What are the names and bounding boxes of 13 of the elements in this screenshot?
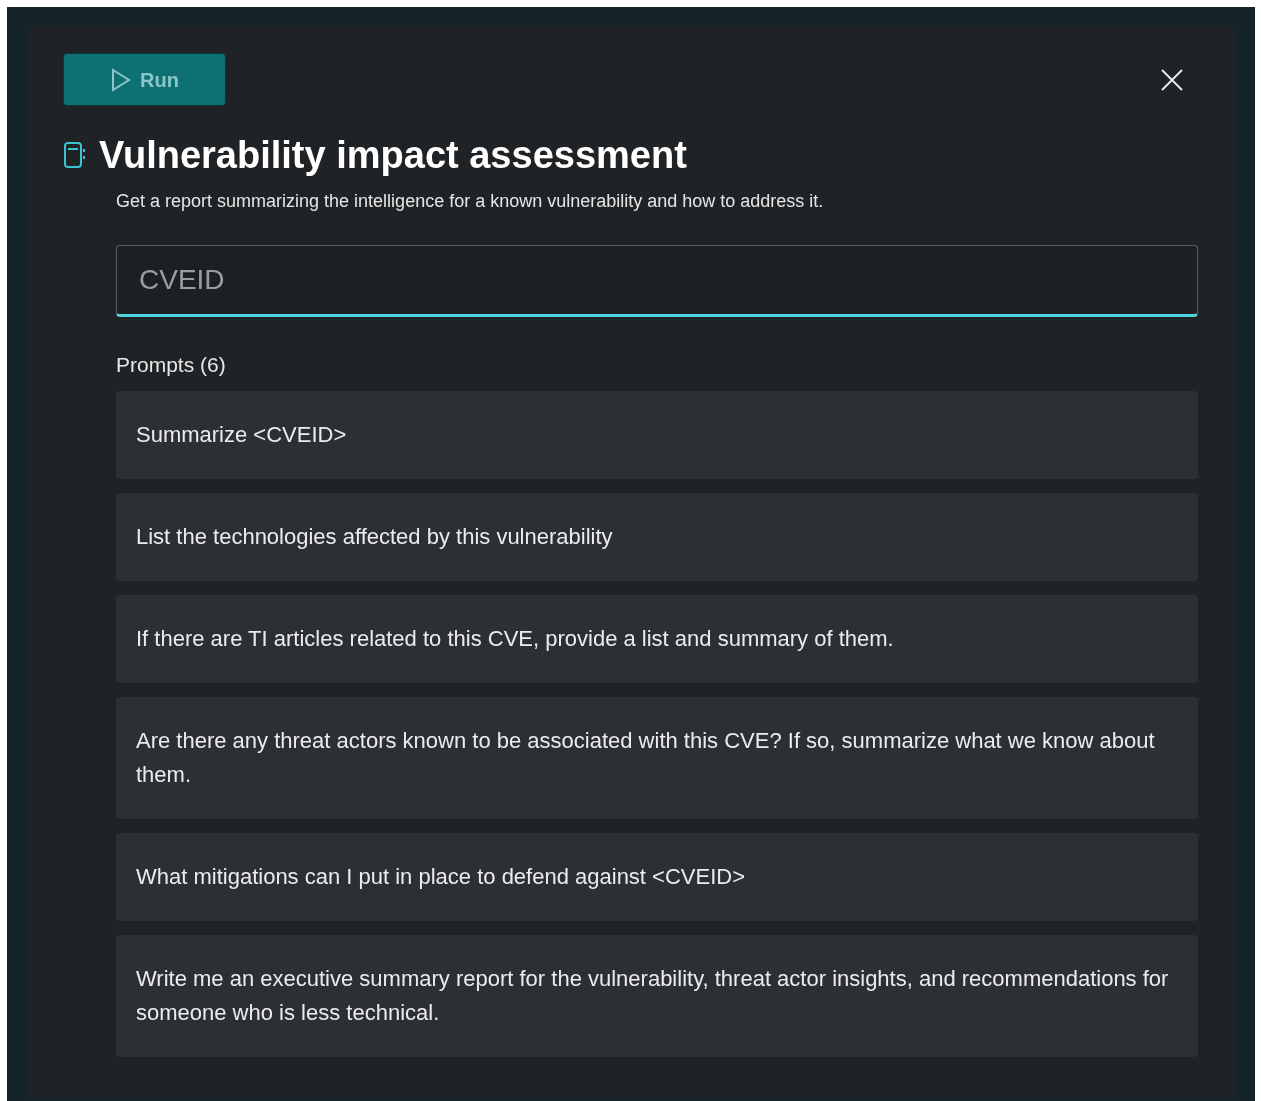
dialog-description: Get a report summarizing the intelligence for a known vulnerability and how to address it. <box>116 190 825 213</box>
prompt-card[interactable]: If there are TI articles related to this CVE, provide a list and summary of them. <box>116 594 1198 683</box>
close-icon <box>1161 68 1183 91</box>
notebook-icon <box>63 141 87 169</box>
play-icon <box>110 67 133 92</box>
prompt-card[interactable]: What mitigations can I put in place to defend against <CVEID> <box>116 832 1198 921</box>
prompt-card[interactable]: Write me an executive summary report for the vulnerability, threat actor insights, and recommendations for someone who is less technical. <box>116 934 1198 1057</box>
cveid-input-field[interactable]: CVEID <box>116 245 1198 317</box>
prompt-card[interactable]: Are there any threat actors known to be associated with this CVE? If so, summarize what we know about them. <box>116 696 1198 819</box>
dialog-title: Vulnerability impact assessment <box>99 136 687 174</box>
prompts-heading: Prompts (6) <box>116 352 227 378</box>
prompt-card[interactable]: Summarize <CVEID> <box>116 390 1198 479</box>
prompt-card[interactable]: List the technologies affected by this vulnerability <box>116 492 1198 581</box>
